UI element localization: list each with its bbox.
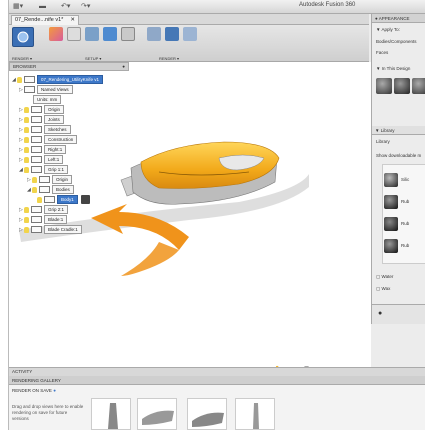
appearance-panel: ● APPEARANCE ▼ Apply To: Bodies/Componen… [371, 14, 425, 324]
texture-map-icon[interactable] [85, 27, 99, 41]
browser-panel: BROWSER ● ◢ 07_Rendering_UtilityKnife v1 … [9, 62, 131, 234]
apply-faces-option[interactable]: Faces [376, 50, 388, 55]
toolbar: RENDER ▾ SETUP ▾ RENDER ▾ [9, 25, 369, 62]
folder-water[interactable]: ▢ Water [376, 274, 393, 280]
gallery-thumbnail[interactable] [235, 398, 275, 430]
document-tab-bar: 07_Rende...nife v1* ✕ [9, 14, 369, 25]
browser-item[interactable]: ▷ Joints [19, 115, 64, 125]
undo-icon[interactable]: ↶▾ [61, 3, 70, 11]
appearance-tool-icon[interactable] [49, 27, 63, 41]
browser-item[interactable]: ▷ Left:1 [19, 155, 64, 165]
browser-item[interactable]: ▷ Sketches [19, 125, 71, 135]
browser-options-icon[interactable]: ● [122, 63, 125, 71]
apply-bodies-option[interactable]: Bodies/Components [376, 39, 417, 44]
window-title: Autodesk Fusion 360 [299, 2, 356, 8]
browser-item[interactable]: ▷ Grip 2:1 [19, 205, 69, 215]
grid-menu-icon[interactable]: ▦▾ [13, 3, 23, 11]
gallery-header[interactable]: RENDERING GALLERY [9, 376, 425, 385]
render-workspace-icon [17, 31, 29, 43]
render-on-save-label[interactable]: RENDER ON SAVE ● [12, 388, 56, 393]
apply-to-label[interactable]: ▼ Apply To: [376, 27, 400, 32]
capture-image-icon[interactable] [183, 27, 197, 41]
info-icon[interactable]: ● [378, 310, 382, 317]
rendering-gallery: RENDERING GALLERY RENDER ON SAVE ● Drag … [9, 376, 425, 430]
design-swatch[interactable] [376, 78, 392, 94]
scene-settings-icon[interactable] [67, 27, 81, 41]
design-swatch[interactable] [394, 78, 410, 94]
browser-item[interactable]: ▷ Origin [27, 175, 73, 185]
workspace-switcher-button[interactable] [12, 27, 34, 47]
body-appearance-swatch [81, 195, 91, 205]
show-downloadable-label[interactable]: Show downloadable m [376, 153, 421, 158]
gallery-help-text: Drag and drop views here to enable rende… [12, 404, 84, 421]
gallery-thumbnail[interactable] [91, 398, 131, 430]
library-list[interactable]: Silic Rub Rub Rub [382, 164, 425, 264]
browser-root[interactable]: ◢ 07_Rendering_UtilityKnife v1 [12, 75, 104, 85]
panel-footer: ● [372, 304, 425, 324]
redo-icon[interactable]: ↷▾ [81, 3, 90, 11]
material-swatch[interactable] [384, 239, 398, 253]
browser-item[interactable]: ▷ Construction [19, 135, 78, 145]
browser-item[interactable]: ▷ Right:1 [19, 145, 67, 155]
material-swatch[interactable] [384, 217, 398, 231]
title-bar: ▦▾ ▬ ↶▾ ↷▾ Autodesk Fusion 360 [9, 0, 425, 14]
browser-item[interactable]: ◢ Bodies [27, 185, 74, 195]
decal-icon[interactable] [103, 27, 117, 41]
in-this-design-label[interactable]: ▼ In This Design [376, 66, 410, 71]
help-icon[interactable]: ● [53, 388, 56, 393]
setup-menu[interactable]: SETUP ▾ [85, 56, 101, 61]
gallery-thumbnail[interactable] [187, 398, 227, 430]
browser-item[interactable]: ▷ Origin [19, 105, 65, 115]
document-tab[interactable]: 07_Rende...nife v1* ✕ [11, 15, 79, 25]
browser-item[interactable]: ◢ Grip 1:1 [19, 165, 69, 175]
material-swatch[interactable] [384, 173, 398, 187]
folder-icon [24, 86, 35, 94]
browser-item[interactable]: ▷ Blade Cradle:1 [19, 225, 82, 235]
browser-item-selected[interactable]: Body1 [37, 195, 91, 205]
visibility-bulb-icon[interactable] [17, 76, 22, 83]
render-gallery-icon[interactable] [165, 27, 179, 41]
folder-wax[interactable]: ▢ Wax [376, 286, 390, 292]
library-header[interactable]: ▼ Library [372, 126, 425, 135]
in-canvas-render-icon[interactable] [121, 27, 135, 41]
design-swatch[interactable] [412, 78, 425, 94]
gallery-thumbnail[interactable] [137, 398, 177, 430]
library-label: Library [376, 139, 390, 144]
render-mode-label[interactable]: RENDER ▾ [12, 56, 32, 61]
appearance-header[interactable]: ● APPEARANCE [372, 14, 425, 23]
close-tab-icon[interactable]: ✕ [70, 16, 75, 25]
document-tab-label: 07_Rende...nife v1* [15, 17, 64, 23]
browser-item[interactable]: ▷ Blade:1 [19, 215, 68, 225]
material-swatch[interactable] [384, 195, 398, 209]
browser-header[interactable]: BROWSER ● [9, 62, 129, 71]
browser-item[interactable]: ▷ Named Views [19, 85, 73, 95]
activity-bar[interactable]: ACTIVITY [9, 367, 425, 376]
save-icon[interactable]: ▬ [39, 3, 46, 11]
browser-item[interactable]: Units: mm [33, 95, 62, 105]
render-menu[interactable]: RENDER ▾ [159, 56, 179, 61]
component-icon [24, 76, 35, 84]
fusion-360-window: ▦▾ ▬ ↶▾ ↷▾ Autodesk Fusion 360 07_Rende.… [8, 0, 425, 430]
render-icon[interactable] [147, 27, 161, 41]
